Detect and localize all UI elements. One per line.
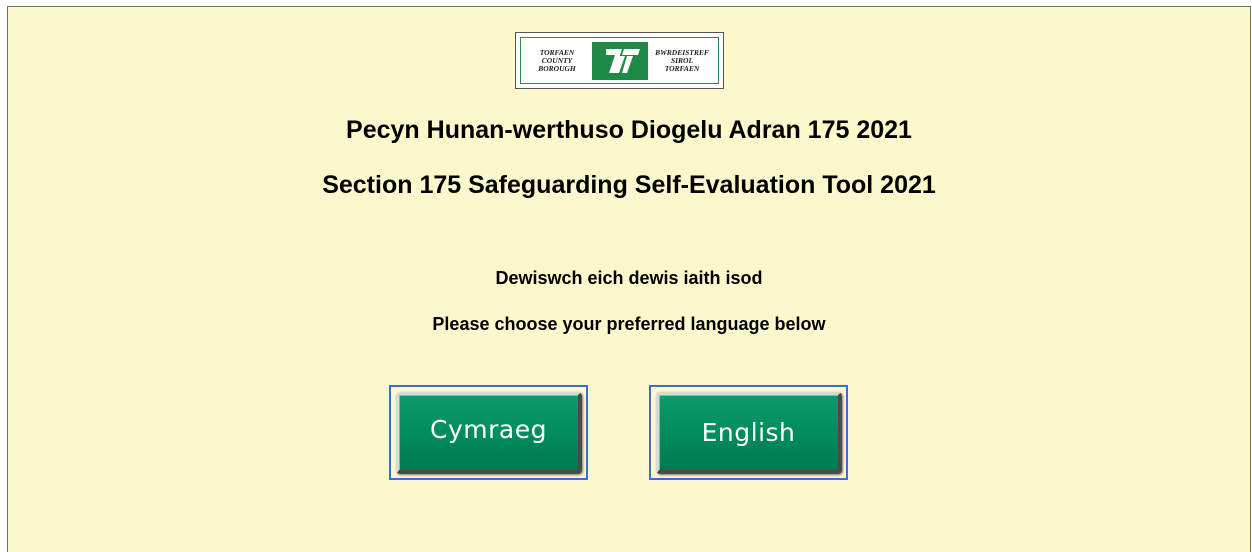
logo-line: BOROUGH (538, 63, 576, 73)
english-button-frame: English (649, 385, 848, 480)
torfaen-emblem-icon (591, 41, 648, 80)
page-title-welsh: Pecyn Hunan-werthuso Diogelu Adran 175 2… (346, 116, 912, 144)
language-prompt-welsh: Dewiswch eich dewis iaith isod (495, 268, 763, 288)
logo-text-welsh: BWRDEISTREF SIROL TORFAEN (651, 48, 713, 73)
english-button-label: English (701, 418, 796, 447)
logo-line: TORFAEN (664, 63, 700, 73)
logo-frame: TORFAEN COUNTY BOROUGH BWRDEISTREF SIROL… (520, 37, 719, 84)
english-language-button[interactable]: English (656, 392, 842, 474)
welsh-button-label: Cymraeg (430, 415, 547, 444)
logo-text-english: TORFAEN COUNTY BOROUGH (526, 48, 588, 73)
page-title-english: Section 175 Safeguarding Self-Evaluation… (322, 171, 936, 199)
welsh-button-frame: Cymraeg (389, 385, 588, 480)
language-prompt-english: Please choose your preferred language be… (432, 314, 826, 334)
council-logo: TORFAEN COUNTY BOROUGH BWRDEISTREF SIROL… (515, 32, 724, 89)
landing-page: TORFAEN COUNTY BOROUGH BWRDEISTREF SIROL… (7, 6, 1251, 552)
welsh-language-button[interactable]: Cymraeg (396, 392, 582, 474)
